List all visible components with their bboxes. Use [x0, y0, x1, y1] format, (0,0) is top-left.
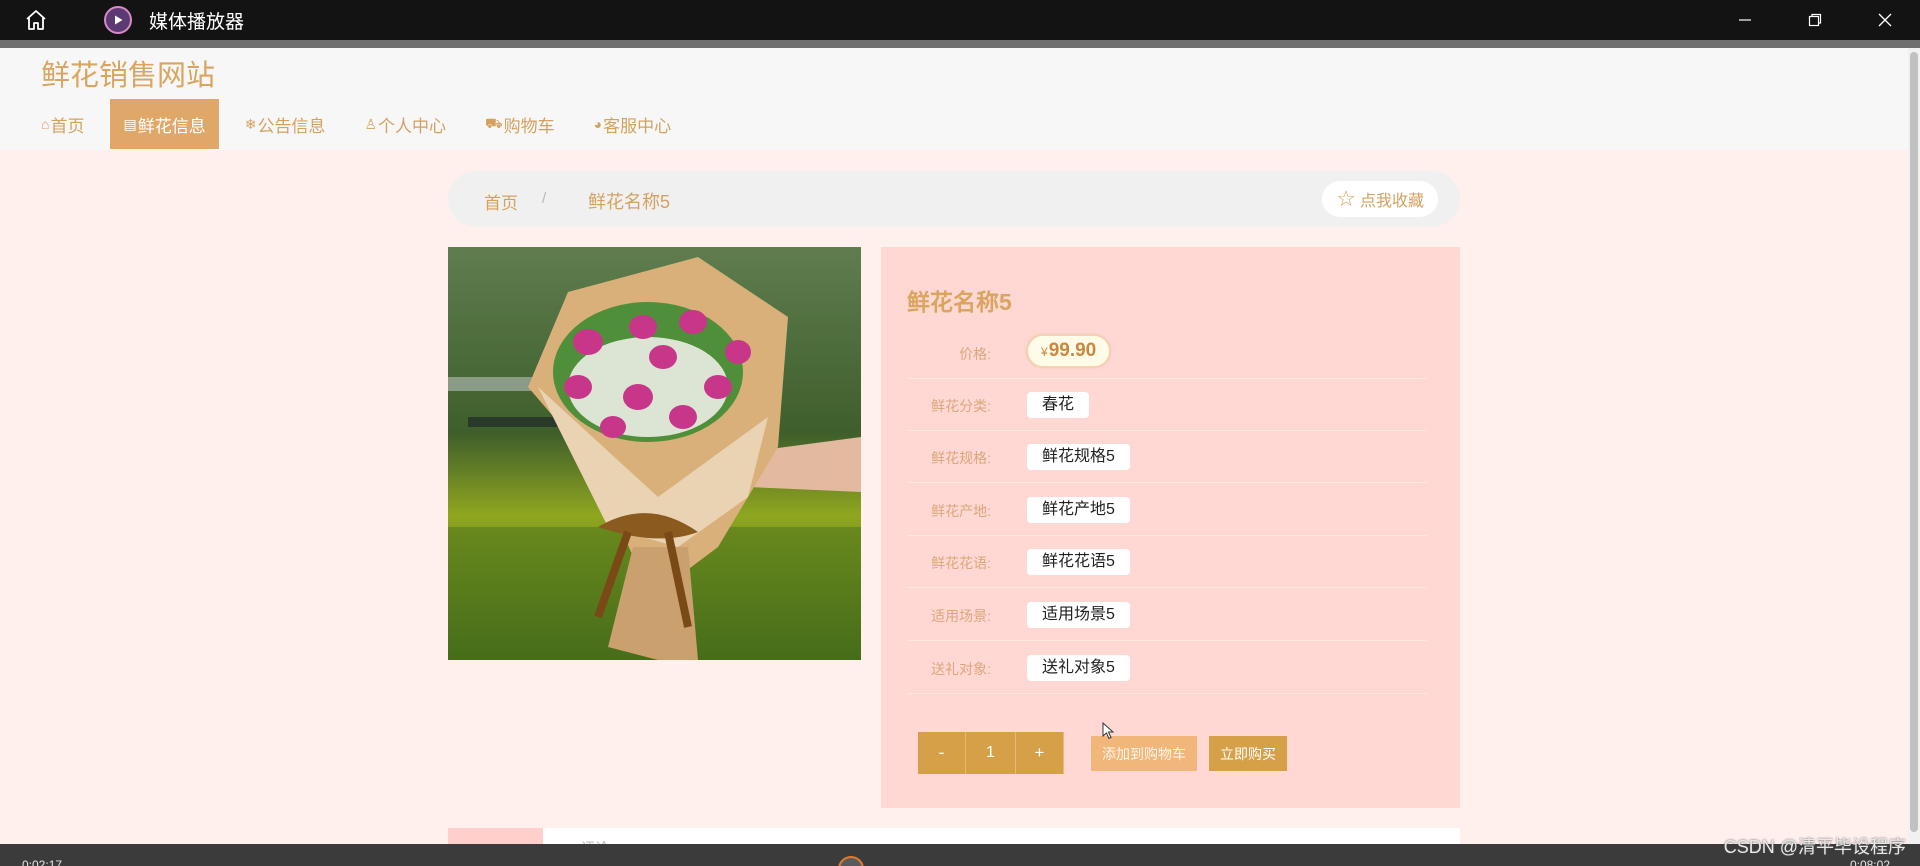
quantity-stepper: - 1 + [918, 732, 1064, 774]
user-icon: ♙ [364, 115, 377, 132]
snowflake-icon: ❄ [244, 115, 257, 132]
attribute-label: 鲜花产地: [931, 503, 991, 519]
minimize-icon[interactable] [1710, 0, 1780, 40]
attribute-row-origin: 鲜花产地: 鲜花产地5 [907, 484, 1427, 536]
attribute-label: 鲜花花语: [931, 555, 991, 571]
site-brand[interactable]: 鲜花销售网站 [41, 52, 215, 94]
product-name: 鲜花名称5 [907, 289, 1012, 315]
seek-knob[interactable] [838, 856, 864, 866]
media-player-titlebar: 媒体播放器 [0, 0, 1920, 40]
service-icon: ◕ [593, 116, 603, 132]
quantity-decrease-button[interactable]: - [918, 732, 966, 774]
scrollbar-thumb[interactable] [1910, 52, 1918, 832]
currency-symbol: ¥ [1041, 345, 1048, 359]
nav-item-label: 鲜花信息 [137, 116, 206, 136]
breadcrumb-separator: / [542, 190, 547, 207]
nav-item-label: 首页 [50, 116, 85, 136]
nav-item-cart[interactable]: ⛟ 购物车 [472, 99, 568, 149]
attribute-row-language: 鲜花花语: 鲜花花语5 [907, 536, 1427, 588]
site-header: 鲜花销售网站 ⌂ 首页 ▤ 鲜花信息 ❄ 公告信息 ♙ 个人中心 ⛟ 购物车 ◕… [0, 48, 1908, 150]
home-icon: ⌂ [41, 116, 50, 132]
product-image [448, 247, 861, 660]
breadcrumb-current: 鲜花名称5 [588, 192, 671, 212]
price-value: 99.90 [1048, 340, 1097, 361]
list-icon: ▤ [123, 115, 137, 132]
nav-item-label: 公告信息 [257, 116, 326, 136]
player-title: 媒体播放器 [149, 11, 245, 33]
cart-icon: ⛟ [485, 114, 503, 131]
attribute-value: 适用场景5 [1027, 602, 1130, 628]
nav-item-personal-center[interactable]: ♙ 个人中心 [351, 99, 459, 149]
playback-duration: 0:08:02 [1849, 858, 1890, 866]
player-top-strip [0, 40, 1920, 48]
restore-icon[interactable] [1780, 0, 1850, 40]
nav-item-announcements[interactable]: ❄ 公告信息 [232, 99, 339, 149]
close-icon[interactable] [1850, 0, 1920, 40]
star-icon: ☆ [1336, 186, 1356, 211]
attribute-value: 鲜花花语5 [1027, 549, 1130, 575]
nav-item-home[interactable]: ⌂ 首页 [28, 99, 97, 149]
nav-item-flower-info[interactable]: ▤ 鲜花信息 [110, 99, 219, 149]
attribute-value: 春花 [1027, 392, 1090, 418]
nav-item-label: 购物车 [503, 116, 555, 136]
attribute-value: 送礼对象5 [1027, 655, 1130, 681]
main-nav: ⌂ 首页 ▤ 鲜花信息 ❄ 公告信息 ♙ 个人中心 ⛟ 购物车 ◕ 客服中心 [28, 99, 697, 149]
attribute-label: 适用场景: [931, 608, 991, 624]
attribute-label: 送礼对象: [931, 661, 991, 677]
nav-item-customer-service[interactable]: ◕ 客服中心 [581, 99, 684, 149]
nav-item-label: 个人中心 [378, 116, 446, 136]
quantity-increase-button[interactable]: + [1016, 732, 1064, 774]
attribute-value: 鲜花规格5 [1027, 444, 1130, 470]
player-control-bar: 0:02:17 0:08:02 [0, 844, 1920, 866]
attribute-value: 鲜花产地5 [1027, 497, 1130, 523]
attribute-row-occasion: 适用场景: 适用场景5 [907, 589, 1427, 641]
price-label: 价格: [959, 346, 991, 362]
price-badge: ¥99.90 [1027, 335, 1111, 367]
buy-now-button[interactable]: 立即购买 [1209, 736, 1287, 771]
add-to-cart-button[interactable]: 添加到购物车 [1091, 736, 1197, 771]
attribute-label: 鲜花分类: [931, 398, 991, 414]
mouse-cursor-icon [1102, 721, 1115, 740]
attribute-row-category: 鲜花分类: 春花 [907, 379, 1427, 431]
breadcrumb: 首页 / 鲜花名称5 ☆ 点我收藏 [448, 171, 1460, 227]
breadcrumb-home-link[interactable]: 首页 [484, 189, 518, 214]
product-detail-panel: 鲜花名称5 价格: ¥99.90 鲜花分类: 春花 鲜花规格: 鲜花规格5 鲜花… [881, 247, 1460, 808]
favorite-label: 点我收藏 [1359, 193, 1424, 210]
attribute-row-spec: 鲜花规格: 鲜花规格5 [907, 431, 1427, 483]
price-row: 价格: ¥99.90 [907, 327, 1427, 379]
page-scrollbar[interactable] [1908, 48, 1920, 844]
quantity-input[interactable]: 1 [966, 732, 1016, 774]
attribute-row-recipient: 送礼对象: 送礼对象5 [907, 642, 1427, 694]
nav-item-label: 客服中心 [603, 116, 672, 136]
watermark: CSDN @清平毕设程序 [1723, 837, 1906, 857]
playback-position: 0:02:17 [22, 858, 63, 866]
attribute-label: 鲜花规格: [931, 450, 991, 466]
favorite-button[interactable]: ☆ 点我收藏 [1322, 181, 1438, 217]
home-icon[interactable] [18, 2, 54, 38]
media-player-app-icon [104, 6, 132, 34]
